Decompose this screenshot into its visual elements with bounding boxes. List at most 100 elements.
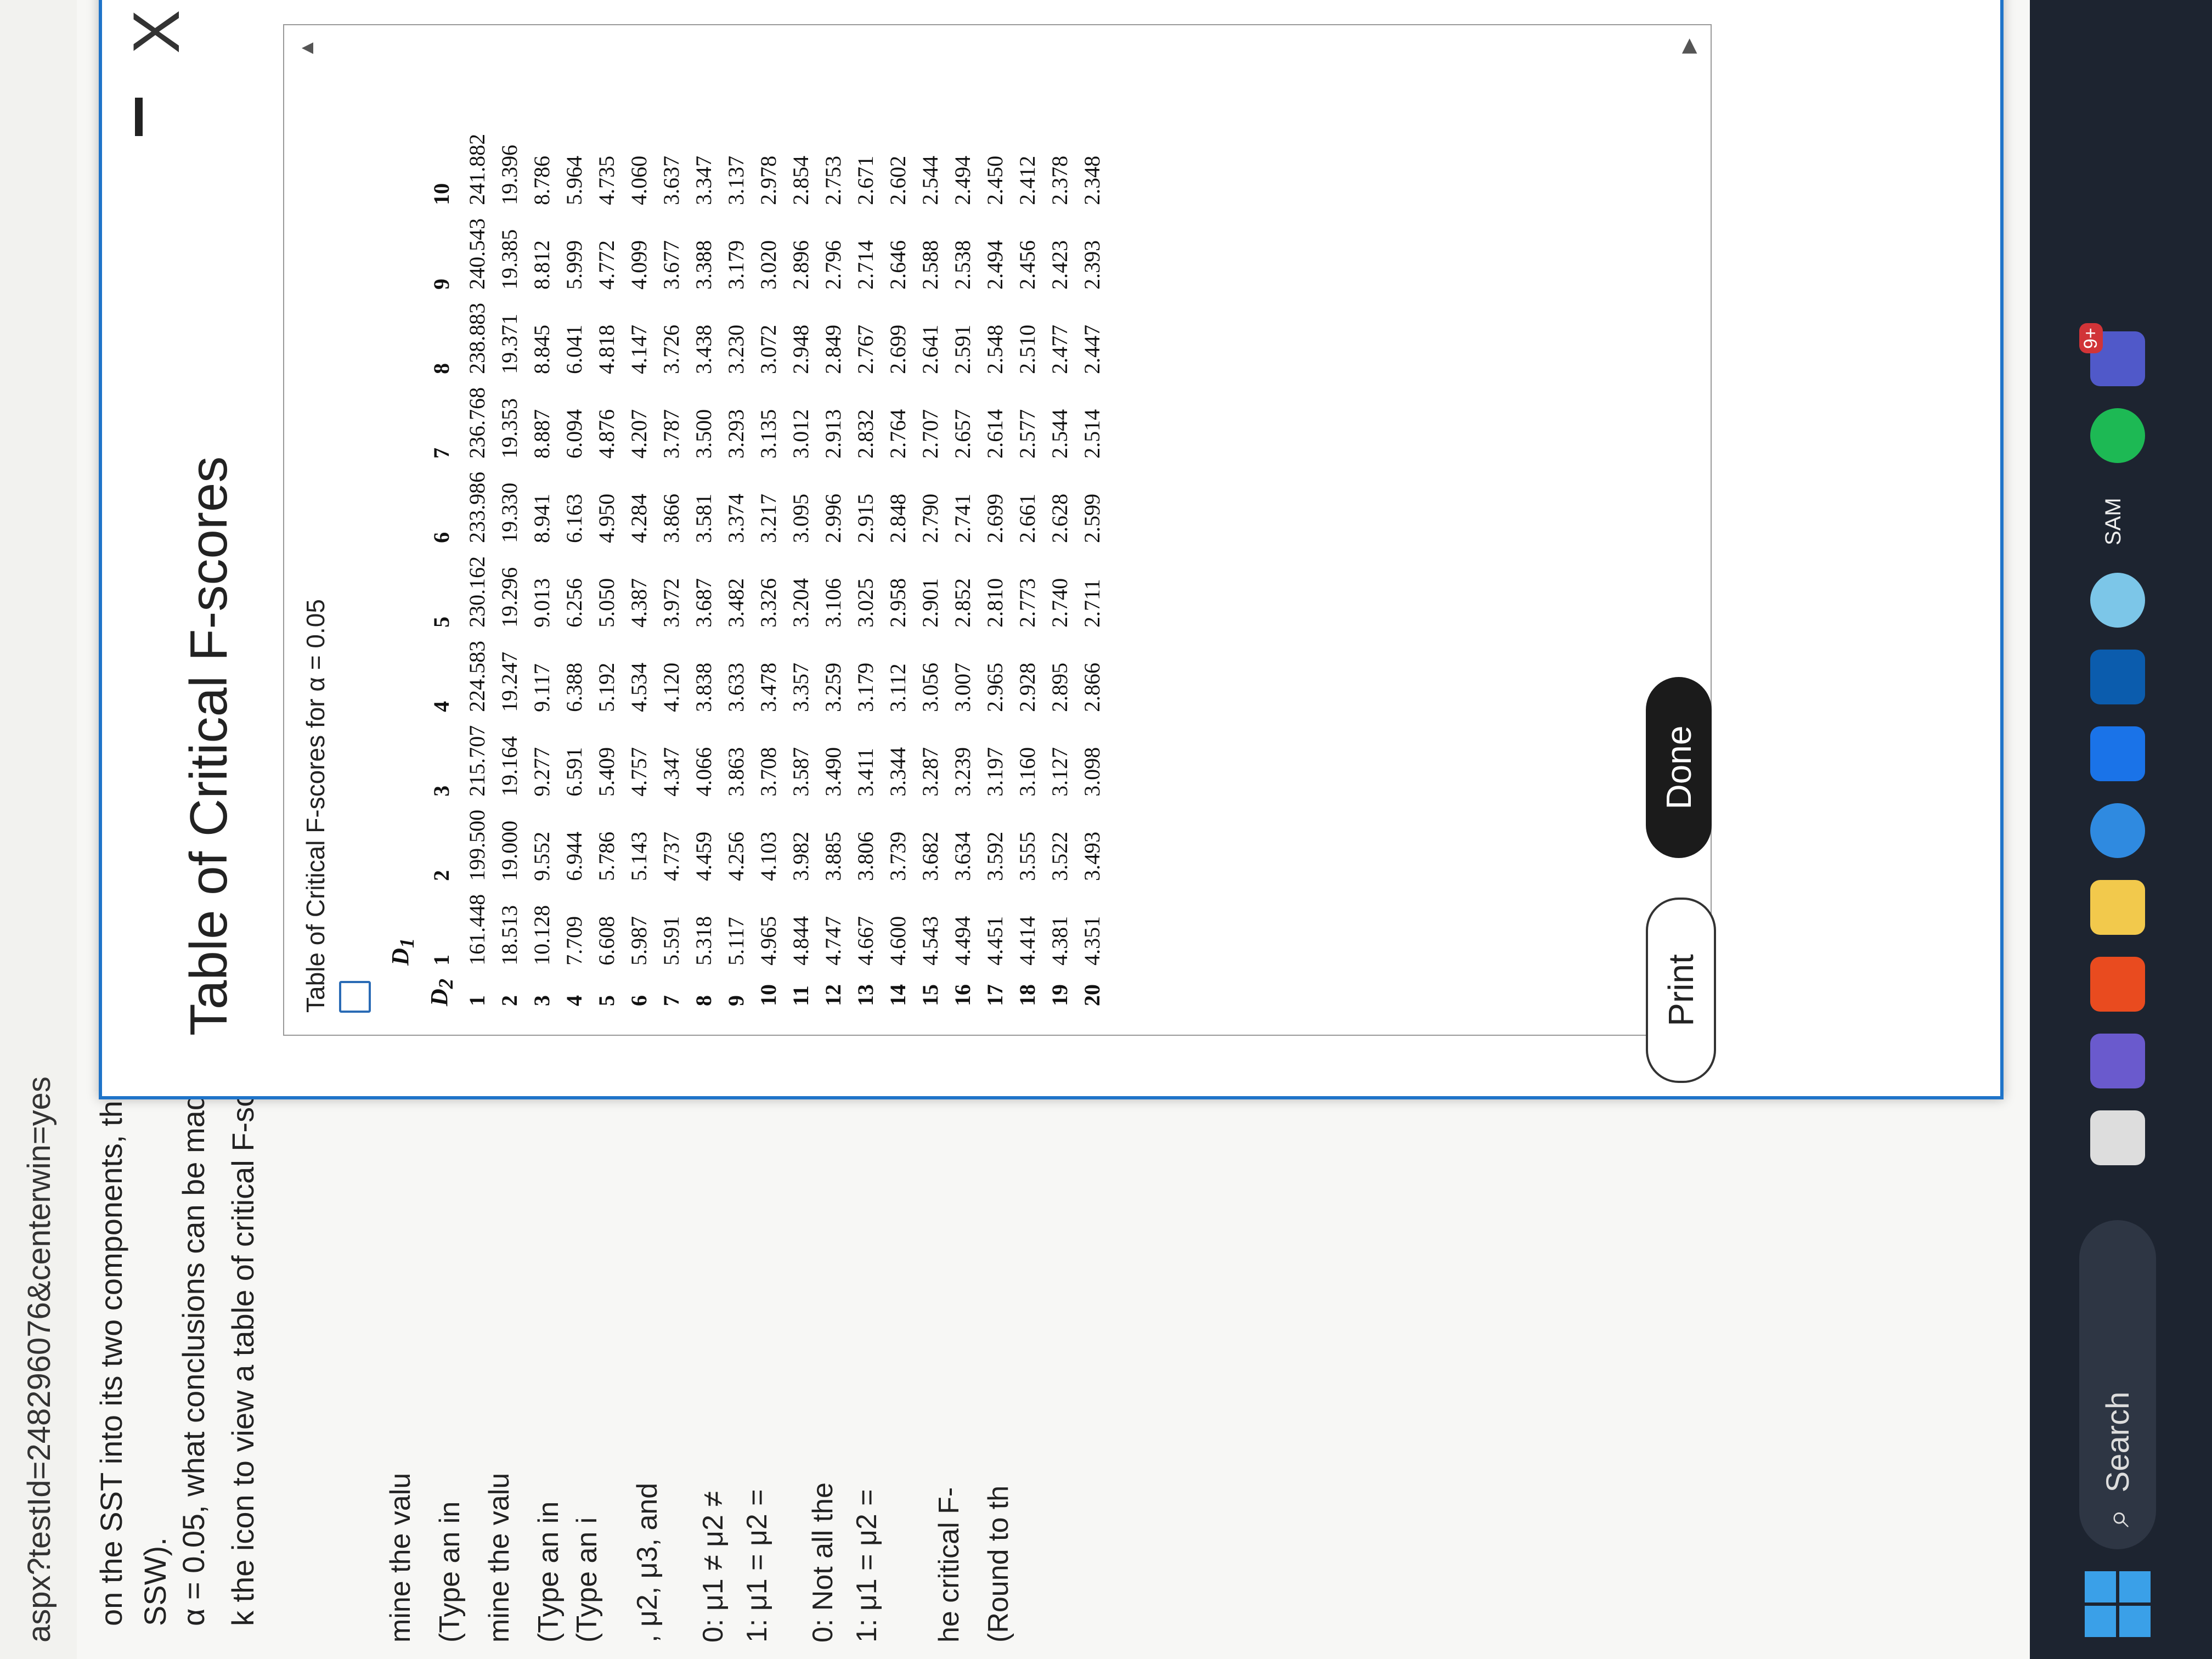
f-score-table: D1 D2 1 2 3 4 5 6 7 8 9 10 1 161.448 199.500 215.707 224… [383,127,1108,1013]
table-cell: 3.344 [885,747,910,797]
teams-icon[interactable] [2090,1034,2145,1088]
side-fragment[interactable]: 0: μ1 ≠ μ2 ≠ [697,1491,730,1643]
side-fragment[interactable]: 1: μ1 = μ2 = [850,1489,883,1643]
side-fragment[interactable]: (Type an in [433,1502,466,1643]
table-cell: 2.628 [1047,493,1072,543]
table-cell: 2.548 [982,324,1007,374]
table-cell: 2.412 [1014,155,1040,205]
table-cell: 3.287 [917,747,943,797]
myhp-icon[interactable] [2090,650,2145,704]
table-cell: 3.374 [723,493,748,543]
table-cell: 215.707 [464,725,489,797]
table-cell: 2.714 [853,240,878,290]
row-d2-label: 1 [464,995,489,1006]
column-header: 2 [428,870,454,881]
table-cell: 3.885 [820,831,845,881]
support-icon[interactable] [2090,573,2145,628]
table-cell: 19.371 [496,313,522,374]
critical-f-table-dialog: X Table of Critical F-scores Table of Cr… [99,0,2004,1099]
office-icon[interactable] [2090,957,2145,1012]
side-fragment[interactable]: (Type an i [571,1517,603,1643]
minimize-button[interactable] [135,98,143,136]
table-cell: 2.832 [853,409,878,459]
table-cell: 3.056 [917,662,943,712]
print-button[interactable]: Print [1646,898,1716,1083]
copilot-icon[interactable] [2090,726,2145,781]
table-cell: 3.127 [1047,747,1072,797]
table-cell: 4.747 [820,916,845,966]
table-cell: 3.726 [658,324,684,374]
spotify-icon[interactable] [2090,408,2145,463]
table-cell: 3.388 [691,240,716,290]
table-cell: 6.388 [561,662,586,712]
table-cell: 4.772 [594,240,619,290]
edge-browser-icon[interactable] [2090,803,2145,858]
table-cell: 3.687 [691,578,716,628]
table-cell: 2.895 [1047,662,1072,712]
table-cell: 3.493 [1079,831,1104,881]
table-cell: 6.944 [561,831,586,881]
d1-label: D1 [387,938,418,966]
table-panel: Table of Critical F-scores for α = 0.05 … [283,24,1712,1036]
table-cell: 3.106 [820,578,845,628]
table-cell: 4.066 [691,747,716,797]
close-button[interactable]: X [119,10,194,54]
table-cell: 4.060 [626,155,651,205]
windows-start-icon[interactable] [2085,1571,2151,1637]
table-cell: 3.866 [658,493,684,543]
table-cell: 4.735 [594,155,619,205]
column-header: 8 [428,363,454,374]
table-row: 19 4.381 3.522 3.127 2.895 2.740 2.628 2.544 2.4… [1043,127,1076,1013]
table-cell: 3.490 [820,747,845,797]
folder-icon[interactable] [2090,880,2145,935]
address-bar[interactable]: aspx?testId=248296076&centerwin=yes [0,0,78,1659]
taskbar: ⌕ Search SAM 9+ [2030,0,2212,1659]
side-fragment[interactable]: (Type an in [532,1502,565,1643]
table-cell: 3.739 [885,831,910,881]
table-cell: 18.513 [496,905,522,966]
row-d2-label: 14 [885,984,910,1006]
table-cell: 5.999 [561,240,586,290]
table-cell: 4.757 [626,747,651,797]
table-cell: 3.838 [691,662,716,712]
table-cell: 2.591 [950,324,975,374]
search-icon: ⌕ [2099,1509,2136,1527]
table-cell: 4.284 [626,493,651,543]
table-cell: 2.796 [820,240,845,290]
row-d2-label: 11 [788,985,813,1006]
side-fragment[interactable]: 0: Not all the [806,1482,839,1643]
table-cell: 5.318 [691,916,716,966]
copy-icon[interactable] [339,981,371,1013]
table-cell: 2.767 [853,324,878,374]
scroll-right-arrow-icon[interactable]: ▶ [1677,38,1700,54]
table-cell: 8.786 [529,155,554,205]
table-cell: 2.913 [820,409,845,459]
table-row: 3 10.128 9.552 9.277 9.117 9.013 8.941 8.887 8.8… [526,127,558,1013]
done-button[interactable]: Done [1646,677,1712,858]
table-cell: 3.020 [755,240,781,290]
scroll-up-arrow-icon[interactable]: ▲ [295,38,318,58]
table-cell: 2.852 [950,578,975,628]
table-cell: 3.095 [788,493,813,543]
table-row: 15 4.543 3.682 3.287 3.056 2.901 2.790 2.707 2.6… [914,127,946,1013]
table-cell: 3.098 [1079,747,1104,797]
table-cell: 2.854 [788,155,813,205]
table-cell: 2.577 [1014,409,1040,459]
table-cell: 2.544 [1047,409,1072,459]
taskbar-search[interactable]: ⌕ Search [2079,1220,2156,1549]
table-cell: 3.179 [723,240,748,290]
table-cell: 2.978 [755,155,781,205]
d2-label: D2 [425,978,457,1006]
sam-label[interactable]: SAM [2101,498,2126,545]
table-cell: 2.378 [1047,155,1072,205]
table-cell: 2.494 [950,155,975,205]
table-cell: 4.381 [1047,916,1072,966]
table-cell: 2.477 [1047,324,1072,374]
side-fragment[interactable]: 1: μ1 = μ2 = [741,1489,774,1643]
table-cell: 3.357 [788,662,813,712]
table-cell: 2.614 [982,409,1007,459]
question-ssw-line: SSW). [138,1537,172,1626]
table-cell: 2.602 [885,155,910,205]
table-cell: 3.179 [853,662,878,712]
file-explorer-icon[interactable] [2090,1110,2145,1165]
